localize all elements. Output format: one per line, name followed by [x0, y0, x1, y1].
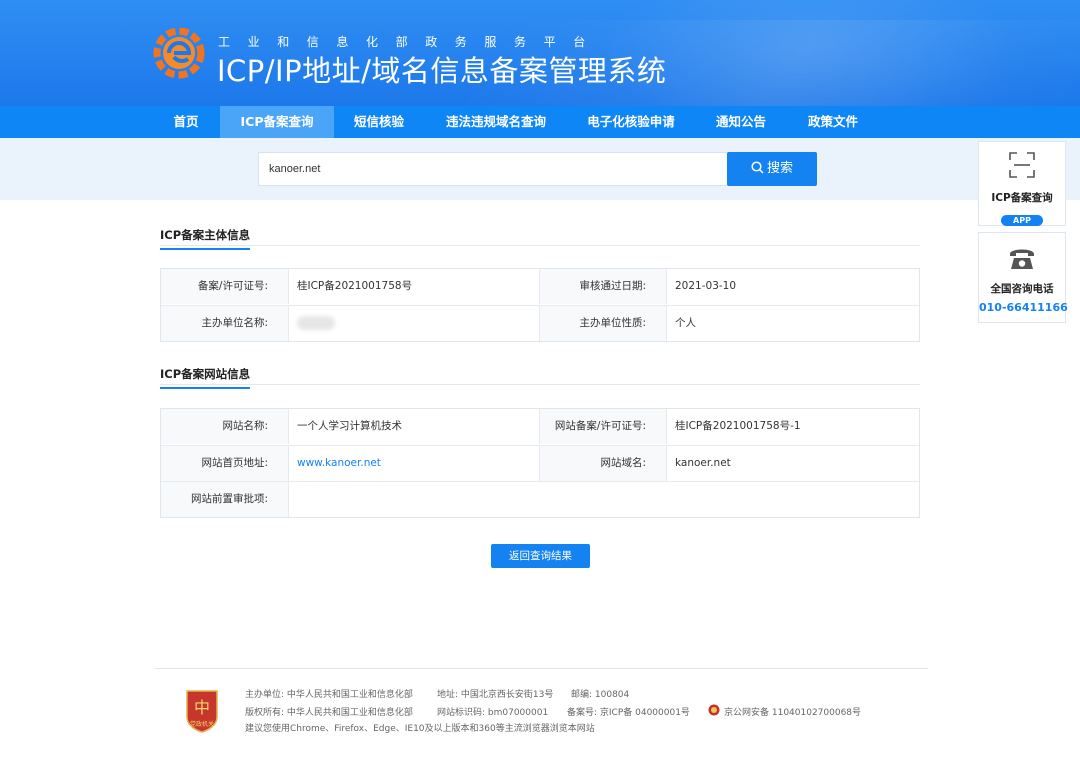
search-button-label: 搜索: [766, 161, 793, 176]
table-row: 网站首页地址: www.kanoer.net 网站域名: kanoer.net: [161, 445, 919, 481]
telephone-icon: [1010, 249, 1034, 269]
pre-approval-value: [289, 482, 919, 517]
domain-value: kanoer.net: [675, 457, 731, 469]
subject-info-table: 备案/许可证号: 桂ICP备2021001758号 审核通过日期: 2021-0…: [160, 268, 920, 342]
site-name-label: 网站名称:: [161, 409, 289, 444]
license-number-label: 备案/许可证号:: [161, 269, 289, 304]
section-title-subject-text: ICP备案主体信息: [160, 227, 251, 250]
footer-browser-note: 建议您使用Chrome、Firefox、Edge、IE10及以上版本和360等主…: [245, 724, 595, 734]
search-band: kanoer.net 搜索: [0, 138, 1080, 200]
site-license-label: 网站备案/许可证号:: [540, 409, 667, 444]
search-icon: [751, 161, 764, 174]
pre-approval-label: 网站前置审批项:: [161, 482, 289, 517]
site-license-value: 桂ICP备2021001758号-1: [675, 420, 801, 432]
search-button[interactable]: 搜索: [727, 152, 817, 186]
site-header: 工业和信息化部政务服务平台 ICP/IP地址/域名信息备案管理系统: [0, 0, 1080, 106]
sponsor-type-label: 主办单位性质:: [540, 306, 667, 341]
homepage-link[interactable]: www.kanoer.net: [289, 446, 540, 481]
approval-date-label: 审核通过日期:: [540, 269, 667, 304]
footer-address: 地址: 中国北京西长安街13号: [437, 690, 554, 700]
sponsor-type-value: 个人: [675, 317, 696, 329]
site-name-value: 一个人学习计算机技术: [289, 409, 540, 444]
license-number-value: 桂ICP备2021001758号: [289, 269, 540, 304]
table-row: 主办单位名称: 主办单位性质: 个人: [161, 305, 919, 341]
table-row: 备案/许可证号: 桂ICP备2021001758号 审核通过日期: 2021-0…: [161, 269, 919, 305]
footer-icp-record[interactable]: 备案号: 京ICP备 04000001号: [567, 705, 690, 718]
homepage-label: 网站首页地址:: [161, 446, 289, 481]
search-input[interactable]: kanoer.net: [258, 152, 728, 186]
section-title-website-text: ICP备案网站信息: [160, 366, 251, 389]
table-row: 网站前置审批项:: [161, 481, 919, 517]
footer-sponsor: 主办单位: 中华人民共和国工业和信息化部: [245, 690, 413, 700]
page-title: ICP/IP地址/域名信息备案管理系统: [217, 54, 667, 88]
footer-site-id: 网站标识码: bm07000001: [437, 708, 549, 718]
app-widget-label: ICP备案查询: [991, 192, 1053, 204]
footer-copyright: 版权所有: 中华人民共和国工业和信息化部: [245, 708, 413, 718]
nav-item-icp-query[interactable]: ICP备案查询: [220, 106, 334, 138]
svg-text:中: 中: [194, 698, 210, 717]
table-row: 网站名称: 一个人学习计算机技术 网站备案/许可证号: 桂ICP备2021001…: [161, 409, 919, 445]
svg-text:党政机关: 党政机关: [190, 720, 214, 728]
hotline-widget: 全国咨询电话 010-66411166: [978, 232, 1068, 323]
domain-label: 网站域名:: [540, 446, 667, 481]
nav-item-sms-verify[interactable]: 短信核验: [334, 106, 424, 138]
ministry-logo-icon[interactable]: [152, 26, 206, 80]
nav-item-notices[interactable]: 通知公告: [694, 106, 788, 138]
app-qr-widget[interactable]: ICP备案查询 APP: [978, 141, 1066, 226]
police-badge-icon: [708, 704, 720, 716]
sponsor-name-label: 主办单位名称:: [161, 306, 289, 341]
app-badge: APP: [1001, 215, 1043, 226]
section-title-website: ICP备案网站信息: [160, 363, 920, 389]
footer-police-record[interactable]: 京公网安备 11040102700068号: [724, 705, 861, 718]
nav-item-policies[interactable]: 政策文件: [788, 106, 878, 138]
party-gov-organ-logo-icon[interactable]: 中 党政机关: [184, 689, 220, 733]
nav-item-home[interactable]: 首页: [152, 106, 220, 138]
sponsor-name-value: [289, 306, 540, 341]
back-to-results-button[interactable]: 返回查询结果: [491, 544, 590, 568]
section-title-subject: ICP备案主体信息: [160, 224, 920, 250]
website-info-table: 网站名称: 一个人学习计算机技术 网站备案/许可证号: 桂ICP备2021001…: [160, 408, 920, 518]
nav-item-e-verify-apply[interactable]: 电子化核验申请: [568, 106, 694, 138]
hotline-label: 全国咨询电话: [990, 283, 1054, 295]
main-nav: 首页 ICP备案查询 短信核验 违法违规域名查询 电子化核验申请 通知公告 政策…: [0, 106, 1080, 138]
scan-icon: [1009, 152, 1035, 178]
hotline-number: 010-66411166: [979, 301, 1068, 314]
nav-item-illegal-domain-query[interactable]: 违法违规域名查询: [424, 106, 568, 138]
approval-date-value: 2021-03-10: [675, 280, 737, 292]
footer-postcode: 邮编: 100804: [571, 690, 630, 700]
redacted-name: [297, 316, 335, 330]
footer-divider: [155, 668, 928, 669]
